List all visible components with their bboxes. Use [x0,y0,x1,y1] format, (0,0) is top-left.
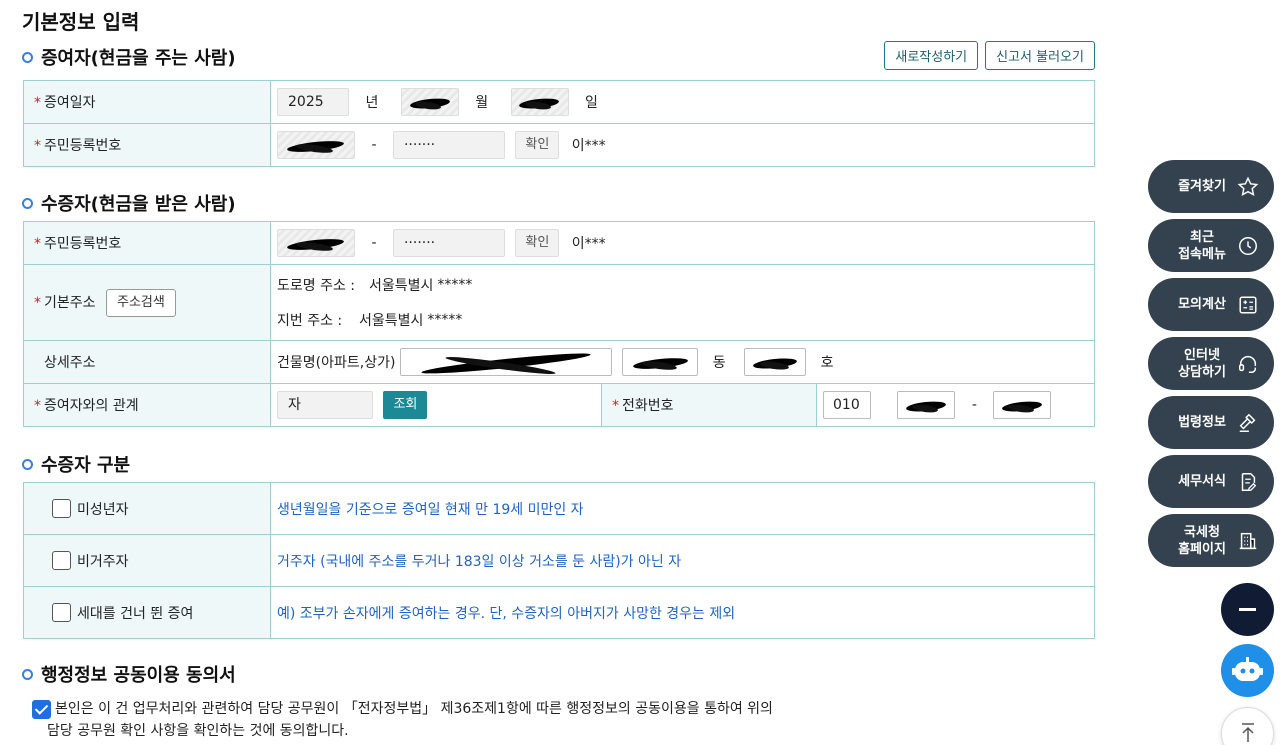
table-row: 세대를 건너 뛴 증여 예) 조부가 손자에게 증여하는 경우. 단, 수증자의… [23,586,1095,639]
recent-menu-button[interactable]: 최근 접속메뉴 [1148,219,1274,272]
consent-section-title: 행정정보 공동이용 동의서 [22,661,236,687]
robot-icon [1232,657,1263,688]
gift-date-label: * 증여일자 [23,80,271,124]
donor-confirm-button[interactable]: 확인 [515,131,560,159]
clock-icon [1236,234,1260,258]
tax-forms-button[interactable]: 세무서식 [1148,455,1274,508]
ho-unit: 호 [820,355,834,371]
arrow-up-icon [1240,722,1256,745]
recipient-rrn-front-input[interactable] [277,229,355,257]
bullet-icon [22,458,33,470]
nonresident-desc: 거주자 (국내에 주소를 두거나 183일 이상 거소를 둔 사람)가 아닌 자 [270,534,1095,587]
detail-address-label: 상세주소 [23,340,271,384]
table-row: 비거주자 거주자 (국내에 주소를 두거나 183일 이상 거소를 둔 사람)가… [23,534,1095,587]
donor-table: * 증여일자 2025 년 월 일 * 주민등록번호 - ······· 확인 이*… [23,80,1095,167]
ho-input[interactable] [744,348,807,376]
phone-middle-input[interactable] [897,391,956,419]
chatbot-button[interactable] [1221,644,1274,697]
minor-checkbox[interactable] [52,499,71,518]
headset-icon [1236,352,1260,376]
generation-skip-label: 세대를 건너 뛴 증여 [77,605,194,622]
recipient-type-table: 미성년자 생년월일을 기준으로 증여일 현재 만 19세 미만인 자 비거주자 … [23,482,1095,639]
minor-desc: 생년월일을 기준으로 증여일 현재 만 19세 미만인 자 [270,482,1095,535]
building-name-label: 건물명(아파트,상가) [277,355,396,371]
law-info-button[interactable]: 법령정보 [1148,396,1274,449]
year-input[interactable]: 2025 [277,88,349,116]
online-consult-button[interactable]: 인터넷 상담하기 [1148,337,1274,390]
donor-rrn-label: * 주민등록번호 [23,123,271,167]
table-row: 미성년자 생년월일을 기준으로 증여일 현재 만 19세 미만인 자 [23,482,1095,535]
relation-label: * 증여자와의 관계 [23,383,271,427]
donor-name: 이*** [571,138,606,154]
recipient-name: 이*** [571,236,606,252]
lookup-button[interactable]: 조회 [383,391,428,419]
nonresident-checkbox[interactable] [52,551,71,570]
recipient-type-section-title: 수증자 구분 [22,451,130,477]
year-unit: 년 [365,95,379,111]
favorites-button[interactable]: 즐겨찾기 [1148,160,1274,213]
quick-dock: 즐겨찾기 최근 접속메뉴 모의계산 인터넷 상담하기 법령정보 세무서식 국세청 홈페… [1148,160,1274,573]
collapse-button[interactable] [1221,583,1274,636]
donor-rrn-back-input[interactable]: ······· [392,131,505,159]
address-search-button[interactable]: 주소검색 [105,288,176,317]
phone-label: * 전화번호 [601,383,817,427]
building-name-input[interactable] [399,348,612,376]
recipient-rrn-back-input[interactable]: ······· [392,229,505,257]
donor-title-text: 증여자(현금을 주는 사람) [41,48,236,69]
new-write-button[interactable]: 새로작성하기 [884,41,979,70]
phone-prefix-input[interactable]: 010 [823,391,871,419]
donor-rrn-front-input[interactable] [277,131,355,159]
building-icon [1236,529,1260,553]
consent-line2: 담당 공무원 확인 사항을 확인하는 것에 동의합니다. [47,723,349,739]
relation-input[interactable]: 자 [277,391,373,419]
bullet-icon [22,51,33,63]
nonresident-label: 비거주자 [77,553,129,570]
bullet-icon [22,668,33,680]
consent-checkbox[interactable] [32,700,51,719]
consent-line1: 본인은 이 건 업무처리와 관련하여 담당 공무원이 「전자정부법」 제36조제… [55,701,773,717]
bullet-icon [22,197,33,209]
recipient-rrn-label: * 주민등록번호 [23,221,271,265]
star-icon [1236,175,1260,199]
recipient-table: * 주민등록번호 - ······· 확인 이*** * 기본주소 주소검색 도로명… [23,221,1095,427]
load-report-button[interactable]: 신고서 불러오기 [985,41,1095,70]
dong-unit: 동 [712,355,726,371]
road-address: 도로명 주소 : 서울특별시 ***** [277,277,473,294]
consent-block: 본인은 이 건 업무처리와 관련하여 담당 공무원이 「전자정부법」 제36조제… [32,698,773,742]
recipient-section-title: 수증자(현금을 받은 사람) [22,190,236,216]
mock-calc-button[interactable]: 모의계산 [1148,278,1274,331]
lot-address: 지번 주소 : 서울특별시 ***** [277,312,463,329]
minor-label: 미성년자 [77,501,129,518]
scroll-top-button[interactable] [1221,707,1274,745]
generation-skip-desc: 예) 조부가 손자에게 증여하는 경우. 단, 수증자의 아버지가 사망한 경우… [270,586,1095,639]
document-edit-icon [1236,470,1260,494]
page-title: 기본정보 입력 [22,10,140,34]
phone-last-input[interactable] [993,391,1052,419]
nts-home-button[interactable]: 국세청 홈페이지 [1148,514,1274,567]
generation-skip-checkbox[interactable] [52,603,71,622]
recipient-confirm-button[interactable]: 확인 [515,229,560,257]
gavel-icon [1236,411,1260,435]
day-input[interactable] [510,88,569,116]
calculator-icon [1236,293,1260,317]
month-input[interactable] [400,88,459,116]
base-address-label: * 기본주소 주소검색 [23,264,271,341]
donor-section-title: 증여자(현금을 주는 사람) [22,44,236,70]
month-unit: 월 [475,95,489,111]
dong-input[interactable] [622,348,699,376]
day-unit: 일 [585,95,598,111]
